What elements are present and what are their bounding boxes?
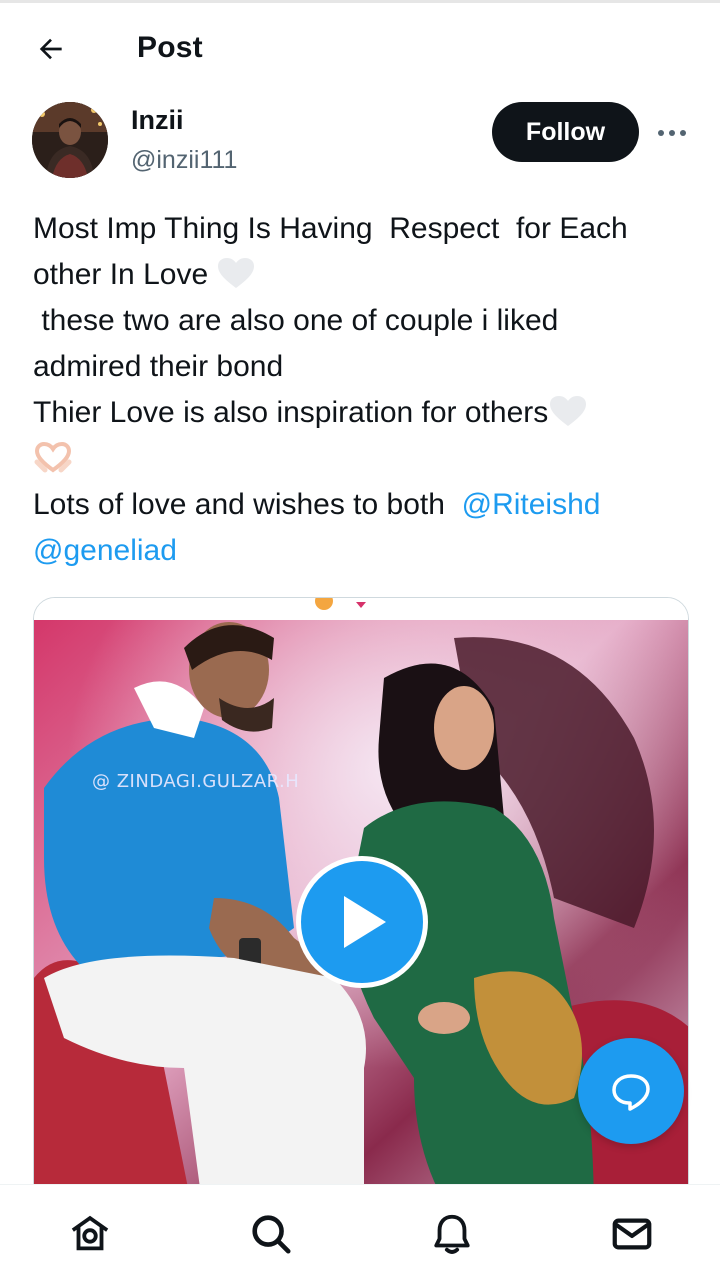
nav-home[interactable] [65, 1209, 115, 1259]
tweet-line: @geneliad [33, 528, 693, 574]
tweet-line: Thier Love is also inspiration for other… [33, 390, 693, 436]
back-button[interactable] [28, 26, 74, 72]
tweet-line-text: Thier Love is also inspiration for other… [33, 396, 549, 429]
nav-search[interactable] [246, 1209, 296, 1259]
search-icon [252, 1215, 291, 1254]
heart-hands-icon [34, 441, 72, 473]
author-handle[interactable]: @inzii111 [131, 146, 237, 175]
bell-icon [434, 1214, 470, 1254]
mention-link[interactable]: @geneliad [33, 534, 177, 567]
white-heart-icon [550, 396, 587, 426]
header-bar: Post [0, 0, 720, 96]
tweet-line: these two are also one of couple i liked [33, 298, 693, 344]
home-icon [71, 1215, 109, 1251]
play-button[interactable] [296, 856, 428, 988]
more-horizontal-icon [658, 130, 686, 136]
tweet-line [33, 436, 693, 482]
tweet-line: admired their bond [33, 344, 693, 390]
tweet-line-text: these two are also one of couple i liked [33, 304, 559, 337]
reply-bubble-icon [612, 1074, 650, 1111]
tweet-line: Most Imp Thing Is Having Respect for Eac… [33, 206, 693, 252]
page-title: Post [137, 31, 203, 64]
nav-notifications[interactable] [427, 1209, 477, 1259]
white-heart-icon [218, 258, 255, 288]
avatar[interactable] [32, 102, 108, 178]
mail-icon [612, 1218, 652, 1250]
tweet-line-text: Lots of love and wishes to both [33, 488, 462, 521]
post-screen: Post Inzii @inzii111 Follow Most Imp Thi… [0, 0, 720, 1280]
author-name[interactable]: Inzii [131, 105, 184, 136]
reply-fab-button[interactable] [578, 1038, 684, 1144]
more-options-button[interactable] [650, 115, 694, 151]
video-watermark: @ ZINDAGI.GULZAR.H [92, 771, 300, 792]
tweet-line-text: other In Love [33, 258, 209, 291]
tweet-line: other In Love [33, 252, 693, 298]
tweet-line: Lots of love and wishes to both @Riteish… [33, 482, 693, 528]
tweet-line-text: Most Imp Thing Is Having Respect for Eac… [33, 212, 628, 245]
bottom-navigation [0, 1184, 720, 1280]
mention-link[interactable]: @Riteishd [462, 488, 601, 521]
play-icon [344, 896, 386, 948]
avatar-image [32, 102, 108, 178]
follow-button[interactable]: Follow [492, 102, 639, 162]
arrow-left-icon [39, 38, 62, 60]
tweet-text: Most Imp Thing Is Having Respect for Eac… [33, 206, 693, 574]
tweet-line-text: admired their bond [33, 350, 284, 383]
nav-messages[interactable] [607, 1209, 657, 1259]
